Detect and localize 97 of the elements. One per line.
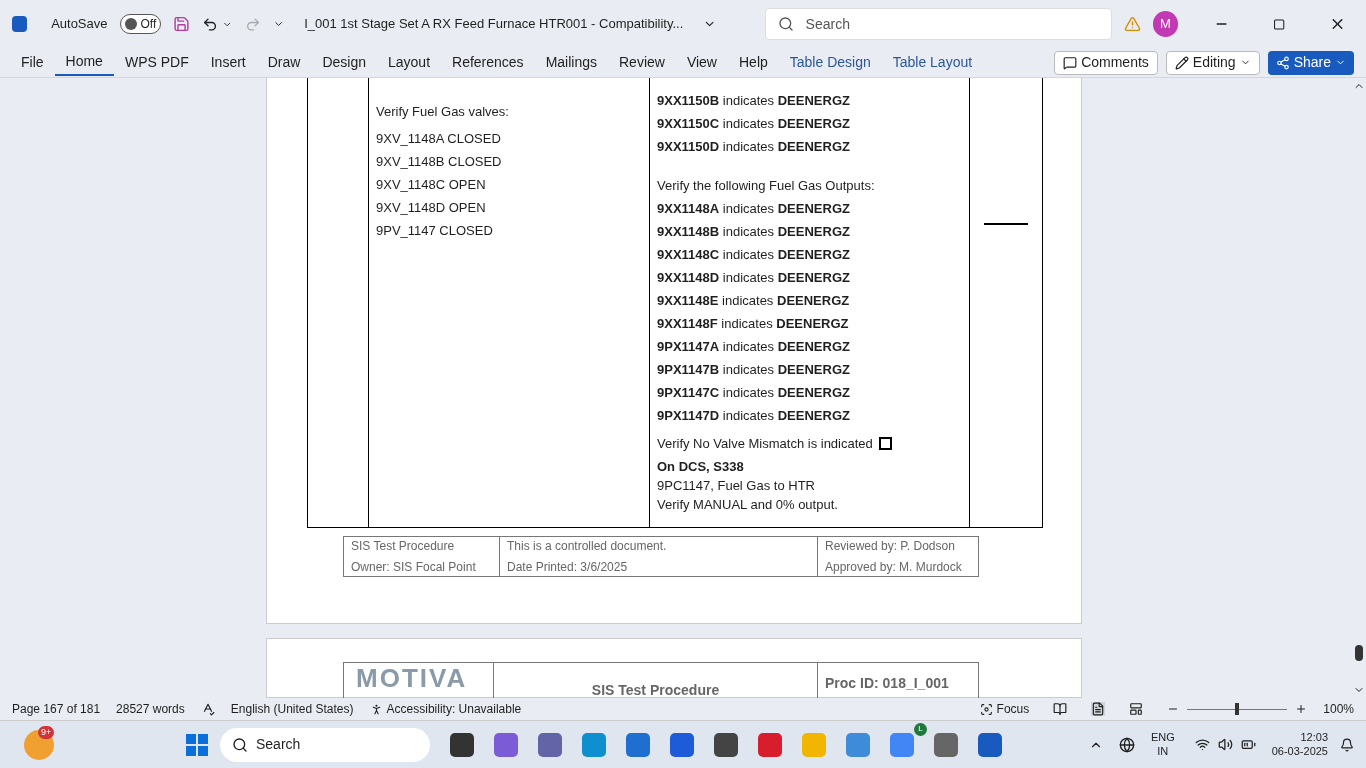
volume-icon[interactable] <box>1217 737 1233 752</box>
app-icon[interactable] <box>670 732 694 757</box>
editing-button[interactable]: Editing <box>1165 50 1260 75</box>
read-mode-icon[interactable] <box>1053 702 1068 716</box>
section-heading: On DCS, S338 <box>657 458 745 476</box>
ribbon-tab[interactable]: Table Layout <box>881 49 984 76</box>
notification-icon[interactable] <box>1340 737 1354 752</box>
footer-text: Approved by: M. Murdock <box>825 559 963 576</box>
start-icon[interactable] <box>186 733 208 756</box>
procedure-step: Verify the following Fuel Gas Outputs: <box>657 176 969 195</box>
share-icon <box>1275 55 1290 70</box>
ribbon-tab[interactable]: References <box>441 49 535 76</box>
language-status[interactable]: English (United States) <box>230 700 354 718</box>
ribbon-tab[interactable]: Table Design <box>778 49 882 76</box>
signature-line <box>984 223 1028 225</box>
document-title: I_001 1st Stage Set A RX Feed Furnace HTR001 - Compatibility... <box>304 15 684 34</box>
procedure-step: 9PX1147C indicates DEENERGZ <box>657 383 969 402</box>
footer-text: Owner: SIS Focal Point <box>351 559 477 576</box>
ribbon-tab[interactable]: Mailings <box>534 49 608 76</box>
zoom-in-icon[interactable] <box>1295 703 1308 715</box>
procedure-step: 9XX1148E indicates DEENERGZ <box>657 291 969 310</box>
input-language[interactable]: ENG <box>1150 730 1175 745</box>
app-icon[interactable] <box>934 732 958 757</box>
ribbon-tab[interactable]: Insert <box>199 49 257 76</box>
pencil-icon <box>1174 55 1189 70</box>
focus-button[interactable]: Focus <box>979 700 1030 718</box>
procedure-step: 9XV_1148D OPEN <box>376 198 649 217</box>
notification-badge: 9+ <box>38 725 55 739</box>
scrollbar-thumb[interactable] <box>1355 645 1363 661</box>
procedure-step: 9XX1148C indicates DEENERGZ <box>657 245 969 264</box>
app-icon[interactable] <box>714 732 738 757</box>
profile-badge: L <box>914 722 927 736</box>
search-field[interactable]: Search <box>764 8 1112 40</box>
footer-text: This is a controlled document. <box>507 538 668 555</box>
ribbon-tab[interactable]: Review <box>608 49 676 76</box>
footer-text: SIS Test Procedure <box>351 538 456 555</box>
app-icon[interactable] <box>978 732 1002 757</box>
procedure-step: 9PC1147, Fuel Gas to HTR <box>657 476 969 495</box>
procedure-step: Verify No Valve Mismatch is indicated <box>657 434 873 453</box>
company-logo: MOTIVA <box>356 665 468 691</box>
print-layout-icon[interactable] <box>1091 702 1106 716</box>
procedure-step: Verify MANUAL and 0% output. <box>657 495 969 514</box>
zoom-level[interactable]: 100% <box>1323 700 1354 718</box>
procedure-step: 9PX1147B indicates DEENERGZ <box>657 360 969 379</box>
ribbon-tab[interactable]: View <box>675 49 728 76</box>
procedure-step: 9XX1150B indicates DEENERGZ <box>657 91 969 110</box>
ribbon-tab[interactable]: Help <box>728 49 779 76</box>
word-count[interactable]: 28527 words <box>116 700 185 718</box>
procedure-step: 9XV_1148B CLOSED <box>376 152 649 171</box>
ribbon-tab[interactable]: Draw <box>256 49 312 76</box>
app-icon[interactable] <box>450 732 474 757</box>
comment-icon <box>1063 55 1078 70</box>
procedure-step: 9XV_1148C OPEN <box>376 175 649 194</box>
procedure-step: 9XX1150D indicates DEENERGZ <box>657 137 969 156</box>
ribbon-tab[interactable]: Design <box>311 49 377 76</box>
ribbon-tab[interactable]: Home <box>54 49 114 76</box>
input-region[interactable]: IN <box>1157 744 1169 759</box>
user-avatar[interactable]: M <box>1153 11 1178 37</box>
procedure-step: 9XX1150C indicates DEENERGZ <box>657 114 969 133</box>
ribbon-tab[interactable]: WPS PDF <box>113 49 200 76</box>
wifi-icon[interactable] <box>1194 737 1210 752</box>
footer-text: Date Printed: 3/6/2025 <box>507 559 629 576</box>
procedure-step: 9PV_1147 CLOSED <box>376 221 649 240</box>
procedure-step: 9XX1148D indicates DEENERGZ <box>657 268 969 287</box>
clock-time[interactable]: 12:03 <box>1300 730 1328 745</box>
maximize-icon[interactable] <box>1272 17 1285 31</box>
zoom-slider[interactable] <box>1187 703 1288 715</box>
page-count[interactable]: Page 167 of 181 <box>12 700 101 718</box>
search-icon <box>232 736 248 753</box>
network-icon[interactable] <box>1118 736 1135 753</box>
autosave-label: AutoSave <box>51 15 108 34</box>
checkbox[interactable] <box>878 437 892 450</box>
procedure-step: 9PX1147D indicates DEENERGZ <box>657 406 969 425</box>
ribbon-tab[interactable]: File <box>10 49 55 76</box>
clock-date[interactable]: 06-03-2025 <box>1271 744 1328 759</box>
autosave-toggle[interactable]: Off <box>119 14 162 34</box>
proc-id: Proc ID: 018_I_001 <box>825 675 949 691</box>
weather-icon[interactable]: 9+ <box>24 729 54 760</box>
battery-icon[interactable] <box>1240 737 1256 752</box>
accessibility-status[interactable]: Accessibility: Unavailable <box>369 700 522 718</box>
share-button[interactable]: Share <box>1267 50 1354 75</box>
procedure-step: 9PX1147A indicates DEENERGZ <box>657 337 969 356</box>
ribbon-tab[interactable]: Layout <box>377 49 442 76</box>
comments-button[interactable]: Comments <box>1054 50 1158 75</box>
procedure-step: Verify Fuel Gas valves: <box>376 102 649 121</box>
web-layout-icon[interactable] <box>1129 702 1144 716</box>
focus-icon <box>979 702 993 716</box>
procedure-step: 9XX1148A indicates DEENERGZ <box>657 199 969 218</box>
header-title: SIS Test Procedure <box>591 681 720 698</box>
taskbar-search-field[interactable]: Search <box>220 727 430 762</box>
save-icon[interactable] <box>173 15 191 33</box>
search-icon <box>777 16 794 32</box>
footer-text: Reviewed by: P. Dodson <box>825 538 956 555</box>
procedure-step: 9XV_1148A CLOSED <box>376 129 649 148</box>
procedure-step: 9XX1148F indicates DEENERGZ <box>657 314 969 333</box>
app-icon[interactable] <box>538 732 562 757</box>
procedure-step: 9XX1148B indicates DEENERGZ <box>657 222 969 241</box>
